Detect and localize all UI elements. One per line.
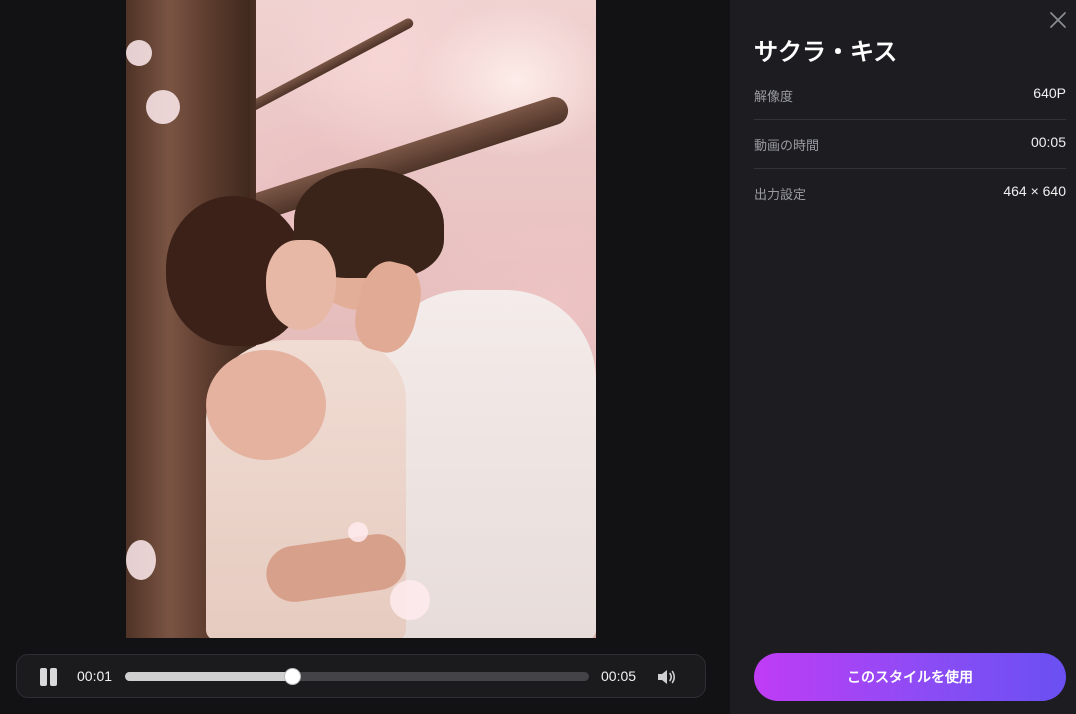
style-detail-panel: サクラ・キス 解像度 640P 動画の時間 00:05 出力設定 464 × 6… xyxy=(730,0,1076,714)
style-title: サクラ・キス xyxy=(754,38,898,66)
info-value: 00:05 xyxy=(1030,134,1066,150)
close-icon[interactable] xyxy=(1048,10,1068,30)
info-label: 動画の時間 xyxy=(754,139,820,154)
info-row-duration: 動画の時間 00:05 xyxy=(754,120,1066,169)
volume-icon[interactable] xyxy=(655,667,677,687)
petal xyxy=(348,522,368,542)
video-stage: 00:01 00:05 xyxy=(0,0,730,714)
current-time: 00:01 xyxy=(77,668,113,684)
woman-shoulder xyxy=(206,350,326,460)
progress-slider[interactable] xyxy=(125,668,589,685)
petal xyxy=(126,40,152,66)
pause-bar xyxy=(50,668,57,686)
info-value: 464 × 640 xyxy=(1003,183,1066,199)
petal xyxy=(390,580,430,620)
info-value: 640P xyxy=(1033,85,1066,101)
info-label: 出力設定 xyxy=(754,188,807,203)
info-row-output: 出力設定 464 × 640 xyxy=(754,169,1066,218)
progress-fill xyxy=(125,672,293,681)
pause-bar xyxy=(40,668,47,686)
video-controls: 00:01 00:05 xyxy=(16,654,706,698)
woman-face xyxy=(266,240,336,330)
info-label: 解像度 xyxy=(754,90,794,105)
tree-branch xyxy=(233,16,415,120)
use-style-button[interactable]: このスタイルを使用 xyxy=(754,653,1066,701)
total-time: 00:05 xyxy=(601,668,637,684)
video-preview[interactable] xyxy=(126,0,596,638)
progress-thumb[interactable] xyxy=(284,668,302,685)
pause-icon[interactable] xyxy=(39,668,59,686)
petal xyxy=(146,90,180,124)
petal xyxy=(126,540,156,580)
info-row-resolution: 解像度 640P xyxy=(754,71,1066,120)
